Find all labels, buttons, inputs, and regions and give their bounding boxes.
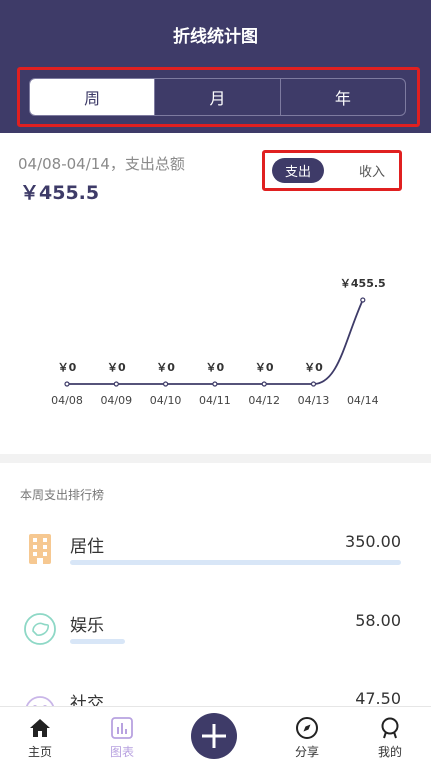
x-tick-label: 04/11 bbox=[199, 394, 231, 407]
nav-label: 我的 bbox=[377, 745, 402, 759]
nav-chart[interactable]: 图表 bbox=[82, 707, 162, 770]
tab-month[interactable]: 月 bbox=[154, 79, 279, 115]
category-amount: 58.00 bbox=[355, 611, 401, 630]
category-amount: 350.00 bbox=[345, 532, 401, 551]
date-range-label: 04/08-04/14，支出总额 bbox=[18, 155, 185, 173]
toggle-expense[interactable]: 支出 bbox=[272, 158, 324, 183]
category-name: 居住 bbox=[70, 537, 104, 557]
section-divider bbox=[0, 454, 431, 463]
ranking-title: 本周支出排行榜 bbox=[20, 488, 105, 502]
period-tabs-highlight: 周 月 年 bbox=[17, 67, 420, 127]
data-label: ￥0 bbox=[156, 361, 175, 374]
x-tick-label: 04/12 bbox=[248, 394, 280, 407]
x-tick-label: 04/14 bbox=[347, 394, 379, 407]
period-tabs: 周 月 年 bbox=[29, 78, 406, 116]
category-progress bbox=[70, 560, 401, 565]
nav-mine[interactable]: 我的 bbox=[350, 707, 430, 770]
chart-icon bbox=[111, 717, 133, 739]
building-icon bbox=[29, 534, 51, 564]
tab-week[interactable]: 周 bbox=[30, 79, 155, 115]
x-tick-label: 04/10 bbox=[150, 394, 182, 407]
tab-year[interactable]: 年 bbox=[279, 79, 405, 115]
x-tick-label: 04/09 bbox=[100, 394, 132, 407]
data-point bbox=[310, 381, 317, 387]
toggle-income[interactable]: 收入 bbox=[359, 158, 385, 183]
data-label: ￥0 bbox=[255, 361, 274, 374]
data-point bbox=[212, 381, 218, 387]
x-tick-label: 04/13 bbox=[298, 394, 330, 407]
data-label: ￥0 bbox=[107, 361, 126, 374]
game-icon bbox=[24, 613, 56, 645]
nav-label: 主页 bbox=[27, 745, 52, 759]
data-point bbox=[261, 381, 267, 387]
data-point bbox=[64, 381, 70, 387]
category-progress-fill bbox=[70, 560, 401, 565]
user-icon bbox=[381, 717, 399, 739]
type-toggle-highlight: 支出 收入 bbox=[262, 150, 402, 191]
compass-icon bbox=[296, 717, 318, 739]
plus-icon bbox=[202, 724, 226, 748]
nav-share[interactable]: 分享 bbox=[267, 707, 347, 770]
data-label: ￥0 bbox=[206, 361, 225, 374]
list-item[interactable]: 居住 350.00 bbox=[0, 532, 431, 592]
nav-home[interactable]: 主页 bbox=[0, 707, 80, 770]
line-chart: ￥0 04/08 ￥0 04/09 ￥0 04/10 ￥0 04/11 ￥0 04/12 ￥0 04/… bbox=[51, 277, 386, 407]
data-point bbox=[163, 381, 169, 387]
add-record-button[interactable] bbox=[191, 713, 237, 759]
list-item[interactable]: 娱乐 58.00 bbox=[0, 611, 431, 671]
nav-label: 分享 bbox=[294, 745, 319, 759]
home-icon bbox=[30, 719, 50, 737]
data-label: ￥0 bbox=[304, 361, 323, 374]
page-title: 折线统计图 bbox=[173, 27, 258, 47]
data-point bbox=[113, 381, 119, 387]
category-progress bbox=[70, 639, 401, 644]
bottom-nav: 主页 图表 分享 我的 bbox=[0, 706, 431, 770]
data-label: ￥455.5 bbox=[340, 277, 386, 290]
data-label: ￥0 bbox=[58, 361, 77, 374]
nav-label: 图表 bbox=[109, 745, 134, 759]
category-name: 娱乐 bbox=[70, 616, 104, 636]
category-progress-fill bbox=[70, 639, 125, 644]
header: 折线统计图 周 月 年 bbox=[0, 0, 431, 133]
x-tick-label: 04/08 bbox=[51, 394, 83, 407]
data-point bbox=[360, 297, 366, 303]
